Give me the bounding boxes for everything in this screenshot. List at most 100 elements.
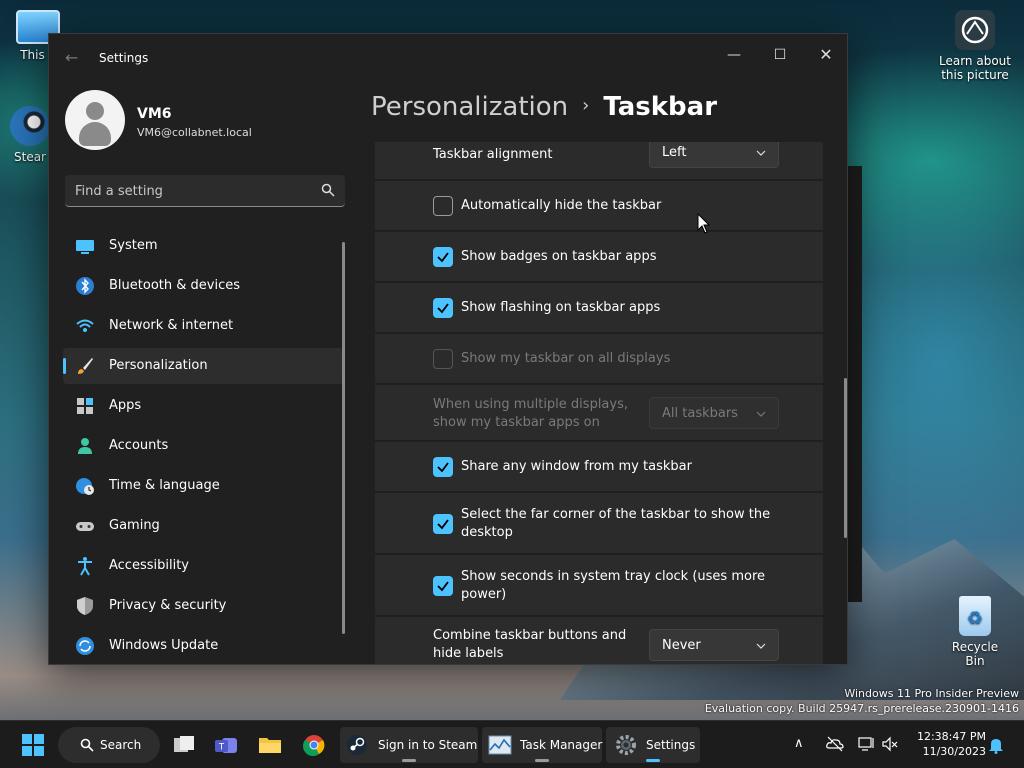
sidebar-item-label: Time & language — [109, 478, 220, 493]
breadcrumb-separator: › — [582, 95, 590, 116]
search-box[interactable] — [65, 175, 345, 207]
sidebar-item-privacy[interactable]: Privacy & security — [63, 588, 343, 624]
mouse-cursor-icon — [697, 213, 711, 234]
checkmark-icon — [437, 519, 449, 530]
chevron-down-icon — [756, 643, 766, 649]
chrome-icon — [303, 735, 325, 756]
display-icon[interactable] — [858, 736, 874, 752]
volume-muted-icon[interactable] — [882, 736, 898, 752]
file-explorer-button[interactable] — [252, 727, 288, 763]
search-icon[interactable] — [321, 183, 335, 197]
close-icon: ✕ — [819, 45, 833, 64]
combine-label-line-1: Combine taskbar buttons and — [433, 628, 627, 643]
taskbar-search[interactable]: Search — [58, 727, 160, 763]
multi-display-label-line-1: When using multiple displays, — [433, 397, 628, 412]
badges-checkbox[interactable] — [433, 247, 453, 267]
taskbar: Search T Sign in to Steam Task Manager S… — [0, 720, 1024, 768]
onedrive-offline-icon[interactable] — [826, 736, 844, 752]
desktop-icon-steam[interactable]: Stear — [10, 106, 50, 164]
user-profile[interactable]: VM6 VM6@collabnet.local — [65, 90, 345, 154]
globe-clock-icon — [76, 478, 94, 495]
maximize-button[interactable]: ☐ — [757, 40, 803, 70]
setting-row-alignment: Taskbar alignment Left — [375, 142, 823, 180]
flashing-checkbox[interactable] — [433, 298, 453, 318]
flashing-label: Show flashing on taskbar apps — [461, 300, 661, 315]
teams-button[interactable]: T — [208, 727, 244, 763]
minimize-button[interactable]: — — [711, 40, 757, 70]
chrome-button[interactable] — [296, 727, 332, 763]
clock-time: 12:38:47 PM — [916, 730, 986, 743]
task-view-button[interactable] — [166, 727, 202, 763]
sidebar-item-network[interactable]: Network & internet — [63, 308, 343, 344]
close-button[interactable]: ✕ — [803, 40, 847, 70]
user-name: VM6 — [137, 106, 172, 122]
taskbar-steam[interactable]: Sign in to Steam — [340, 727, 478, 763]
setting-row-seconds[interactable]: Show seconds in system tray clock (uses … — [375, 555, 823, 616]
sidebar-item-apps[interactable]: Apps — [63, 388, 343, 424]
sidebar-item-system[interactable]: System — [63, 228, 343, 264]
background-window-edge — [848, 166, 862, 602]
camera-circle-icon — [955, 10, 995, 50]
sidebar-item-accessibility[interactable]: Accessibility — [63, 548, 343, 584]
setting-row-badges[interactable]: Show badges on taskbar apps — [375, 232, 823, 282]
multi-display-value: All taskbars — [662, 406, 738, 421]
accessibility-icon — [78, 557, 92, 576]
sidebar-item-time-language[interactable]: Time & language — [63, 468, 343, 504]
user-email: VM6@collabnet.local — [137, 126, 252, 139]
taskbar-settings[interactable]: Settings — [606, 727, 700, 763]
start-button[interactable] — [14, 727, 52, 763]
combine-value: Never — [662, 638, 701, 653]
far-corner-checkbox[interactable] — [433, 514, 453, 534]
search-input[interactable] — [75, 181, 305, 201]
far-corner-label-line-1: Select the far corner of the taskbar to … — [461, 507, 771, 522]
system-clock[interactable]: 12:38:47 PM 11/30/2023 — [906, 729, 986, 759]
refresh-icon — [76, 637, 94, 655]
share-window-checkbox[interactable] — [433, 457, 453, 477]
notification-bell-icon[interactable] — [988, 736, 1004, 754]
combine-dropdown[interactable]: Never — [649, 629, 779, 661]
apps-icon — [77, 398, 93, 414]
auto-hide-checkbox[interactable] — [433, 196, 453, 216]
window-title: Settings — [99, 51, 149, 65]
arrow-left-icon[interactable]: ← — [65, 48, 78, 67]
title-bar[interactable]: ← Settings — ☐ ✕ — [49, 34, 847, 82]
sidebar-item-personalization[interactable]: Personalization — [63, 348, 343, 384]
sidebar-item-label: Bluetooth & devices — [109, 278, 240, 293]
taskbar-task-manager[interactable]: Task Manager — [482, 727, 602, 763]
chevron-up-icon[interactable]: ∧ — [794, 736, 804, 751]
teams-icon: T — [215, 738, 237, 753]
setting-row-all-displays: Show my taskbar on all displays — [375, 334, 823, 384]
seconds-label: Show seconds in system tray clock (uses … — [461, 568, 765, 604]
alignment-dropdown[interactable]: Left — [649, 142, 779, 168]
setting-row-auto-hide[interactable]: Automatically hide the taskbar — [375, 181, 823, 231]
sidebar-item-gaming[interactable]: Gaming — [63, 508, 343, 544]
taskbar-search-label: Search — [100, 738, 142, 752]
monitor-icon — [76, 240, 94, 254]
sidebar-item-bluetooth[interactable]: Bluetooth & devices — [63, 268, 343, 304]
folder-icon — [259, 738, 281, 753]
breadcrumb-parent[interactable]: Personalization — [371, 92, 568, 122]
seconds-checkbox[interactable] — [433, 576, 453, 596]
taskbar-settings-label: Settings — [646, 738, 696, 752]
maximize-icon: ☐ — [773, 47, 787, 63]
breadcrumb-current: Taskbar — [603, 92, 718, 122]
person-icon — [78, 438, 92, 454]
sidebar-scrollbar[interactable] — [342, 242, 345, 634]
chevron-down-icon — [756, 411, 766, 417]
steam-icon — [10, 106, 50, 146]
content-scrollbar[interactable] — [844, 378, 847, 538]
svg-text:♻: ♻ — [967, 608, 983, 629]
sidebar-item-label: Accessibility — [109, 558, 189, 573]
sidebar-item-windows-update[interactable]: Windows Update — [63, 628, 343, 664]
learn-label-2: this picture — [941, 68, 1009, 82]
setting-row-far-corner[interactable]: Select the far corner of the taskbar to … — [375, 493, 823, 554]
desktop-icon-learn-picture[interactable]: Learn about this picture — [938, 10, 1012, 82]
setting-row-flashing[interactable]: Show flashing on taskbar apps — [375, 283, 823, 333]
desktop-icon-recycle-bin[interactable]: ♻ Recycle Bin — [942, 596, 1008, 668]
bluetooth-icon — [76, 277, 94, 295]
sidebar-item-label: System — [109, 238, 158, 253]
badges-label: Show badges on taskbar apps — [461, 249, 657, 264]
steam-icon — [347, 735, 367, 755]
sidebar-item-accounts[interactable]: Accounts — [63, 428, 343, 464]
setting-row-share-window[interactable]: Share any window from my taskbar — [375, 442, 823, 492]
